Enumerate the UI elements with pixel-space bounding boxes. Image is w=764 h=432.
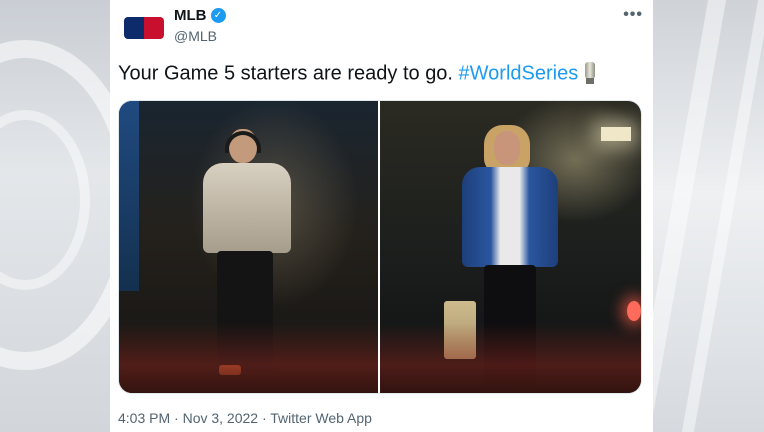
headphones-icon — [225, 131, 261, 153]
tweet-body: Your Game 5 starters are ready to go. — [118, 62, 459, 85]
red-light — [627, 301, 641, 321]
background-right-panel — [650, 0, 764, 432]
floor-glow — [119, 323, 378, 393]
photo-right[interactable] — [380, 101, 641, 393]
background-left-panel — [0, 0, 110, 432]
background-decor — [681, 0, 764, 432]
more-icon[interactable]: ••• — [623, 6, 643, 24]
trophy-icon — [584, 62, 596, 86]
author-block: MLB ✓ @MLB — [174, 7, 226, 44]
photo-left[interactable] — [119, 101, 378, 393]
tweet-text: Your Game 5 starters are ready to go. #W… — [118, 62, 648, 86]
hashtag-link[interactable]: #WorldSeries — [459, 62, 579, 84]
background-decor — [650, 0, 727, 432]
tweet-media — [118, 100, 642, 394]
avatar[interactable] — [120, 4, 168, 52]
display-name-row[interactable]: MLB ✓ — [174, 7, 226, 24]
photo-wall — [119, 101, 139, 291]
ceiling-light — [601, 127, 631, 141]
mlb-logo — [124, 17, 164, 39]
verified-badge-icon: ✓ — [210, 8, 226, 23]
tweet-timestamp[interactable]: 4:03 PM · Nov 3, 2022 · Twitter Web App — [118, 410, 372, 426]
display-name[interactable]: MLB — [174, 7, 207, 24]
user-handle[interactable]: @MLB — [174, 28, 226, 44]
floor-glow — [380, 323, 641, 393]
tweet-card: MLB ✓ @MLB ••• Your Game 5 starters are … — [110, 0, 653, 432]
